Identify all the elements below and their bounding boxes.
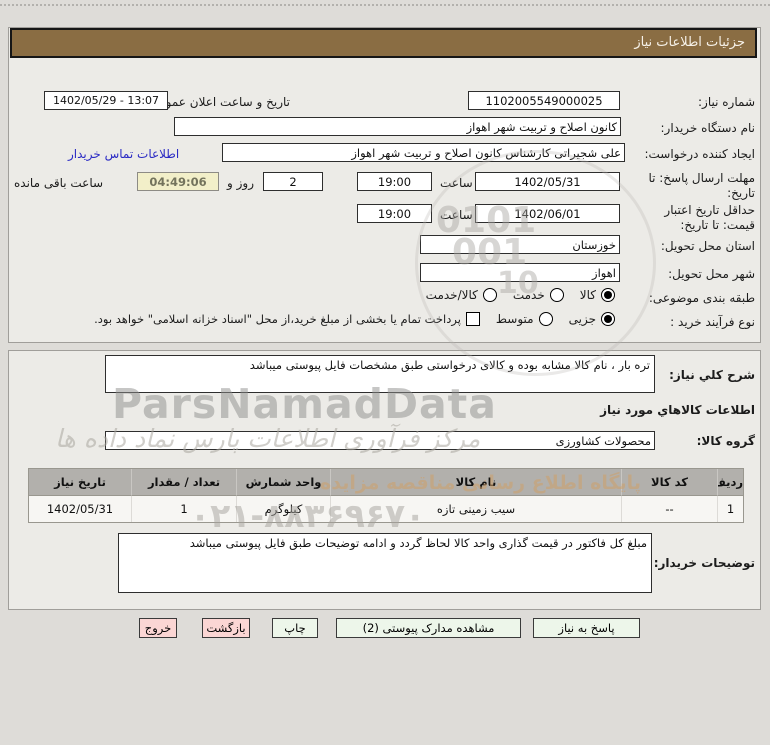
exit-button[interactable]: خروج <box>139 618 177 638</box>
radio-option-label: کالا/خدمت <box>425 288 478 302</box>
page-title: جزئیات اطلاعات نیاز <box>10 28 757 58</box>
deadline-label: مهلت ارسال پاسخ: تا تاریخ: <box>648 171 755 200</box>
general-description-label: شرح کلي نیاز: <box>669 368 755 382</box>
buyer-contact-link[interactable]: اطلاعات تماس خریدار <box>68 147 179 161</box>
goods-group-input[interactable] <box>105 431 655 450</box>
remaining-days-input[interactable] <box>263 172 323 191</box>
need-number-input[interactable] <box>468 91 620 110</box>
goods-group-label: گروه کالا: <box>696 434 755 448</box>
process-type-radio-group: جزیی متوسط پرداخت تمام یا بخشی از مبلغ خ… <box>94 312 615 326</box>
days-and-label: روز و <box>227 176 254 190</box>
column-header-row-number: ردیف <box>717 469 743 496</box>
validity-time-input[interactable] <box>357 204 432 223</box>
column-header-item-code: کد کالا <box>621 469 717 496</box>
treasury-checkbox-option[interactable]: پرداخت تمام یا بخشی از مبلغ خرید،از محل … <box>94 312 480 326</box>
top-dotted-divider <box>0 4 770 6</box>
radio-icon[interactable] <box>482 288 497 302</box>
deadline-date-input[interactable] <box>475 172 620 191</box>
radio-icon[interactable] <box>549 288 564 302</box>
cell-need-date: 1402/05/31 <box>29 496 131 522</box>
radio-option-medium[interactable]: متوسط <box>496 312 553 326</box>
print-button[interactable]: چاپ <box>272 618 318 638</box>
treasury-checkbox-label: پرداخت تمام یا بخشی از مبلغ خرید،از محل … <box>94 312 461 326</box>
cell-unit: کیلوگرم <box>236 496 330 522</box>
process-type-label: نوع فرآیند خرید : <box>670 315 755 329</box>
radio-option-goods[interactable]: کالا <box>580 288 615 302</box>
city-label: شهر محل تحویل: <box>668 267 755 281</box>
remaining-label: ساعت باقی مانده <box>14 176 104 190</box>
respond-to-need-button[interactable]: پاسخ به نیاز <box>533 618 640 638</box>
city-input[interactable] <box>420 263 620 282</box>
validity-label: حداقل تاریخ اعتبار قیمت: تا تاریخ: <box>664 203 755 232</box>
radio-icon[interactable] <box>538 312 553 326</box>
column-header-unit: واحد شمارش <box>236 469 330 496</box>
creator-input[interactable] <box>222 143 625 162</box>
cell-item-code: -- <box>621 496 717 522</box>
buyer-notes-textarea[interactable]: مبلغ کل فاکتور در قیمت گذاری واحد کالا ل… <box>118 533 652 593</box>
goods-table: ردیف کد کالا نام کالا واحد شمارش تعداد /… <box>28 468 744 523</box>
cell-quantity: 1 <box>131 496 236 522</box>
general-description-textarea[interactable]: تره بار ، نام کالا مشابه بوده و کالای در… <box>105 355 655 393</box>
buyer-notes-label: توضیحات خریدار: <box>653 556 755 570</box>
creator-label: ایجاد کننده درخواست: <box>644 147 755 161</box>
goods-table-header-row: ردیف کد کالا نام کالا واحد شمارش تعداد /… <box>29 469 743 496</box>
buyer-org-label: نام دستگاه خریدار: <box>660 121 756 135</box>
radio-option-label: کالا <box>579 288 596 302</box>
radio-selected-icon[interactable] <box>601 312 615 326</box>
province-input[interactable] <box>420 235 620 254</box>
radio-option-label: متوسط <box>495 312 534 326</box>
remaining-time-input[interactable] <box>137 172 219 191</box>
need-number-label: شماره نیاز: <box>698 95 755 109</box>
buyer-org-input[interactable] <box>174 117 621 136</box>
radio-option-label: خدمت <box>512 288 545 302</box>
validity-date-input[interactable] <box>475 204 620 223</box>
announce-datetime-input[interactable] <box>44 91 168 110</box>
classification-label: طبقه بندی موضوعی: <box>648 291 755 305</box>
column-header-quantity: تعداد / مقدار <box>131 469 236 496</box>
column-header-need-date: تاریخ نیاز <box>29 469 131 496</box>
deadline-time-input[interactable] <box>357 172 432 191</box>
radio-option-goods-service[interactable]: کالا/خدمت <box>426 288 497 302</box>
cell-row-number: 1 <box>717 496 743 522</box>
classification-radio-group: کالا خدمت کالا/خدمت <box>426 288 615 302</box>
radio-option-label: جزیی <box>568 312 596 326</box>
deadline-hour-label: ساعت <box>440 176 473 190</box>
radio-option-partial[interactable]: جزیی <box>569 312 615 326</box>
table-row[interactable]: 1 -- سیب زمینی تازه کیلوگرم 1 1402/05/31 <box>29 496 743 522</box>
radio-selected-icon[interactable] <box>601 288 615 302</box>
checkbox-icon[interactable] <box>465 312 480 326</box>
cell-item-name: سیب زمینی تازه <box>330 496 621 522</box>
back-button[interactable]: بازگشت <box>202 618 250 638</box>
validity-hour-label: ساعت <box>440 208 473 222</box>
radio-option-service[interactable]: خدمت <box>513 288 564 302</box>
view-attached-docs-button[interactable]: مشاهده مدارک پیوستی (2) <box>336 618 521 638</box>
column-header-item-name: نام کالا <box>330 469 621 496</box>
province-label: استان محل تحویل: <box>660 239 755 253</box>
goods-info-heading: اطلاعات کالاهاي مورد نیاز <box>600 403 755 417</box>
